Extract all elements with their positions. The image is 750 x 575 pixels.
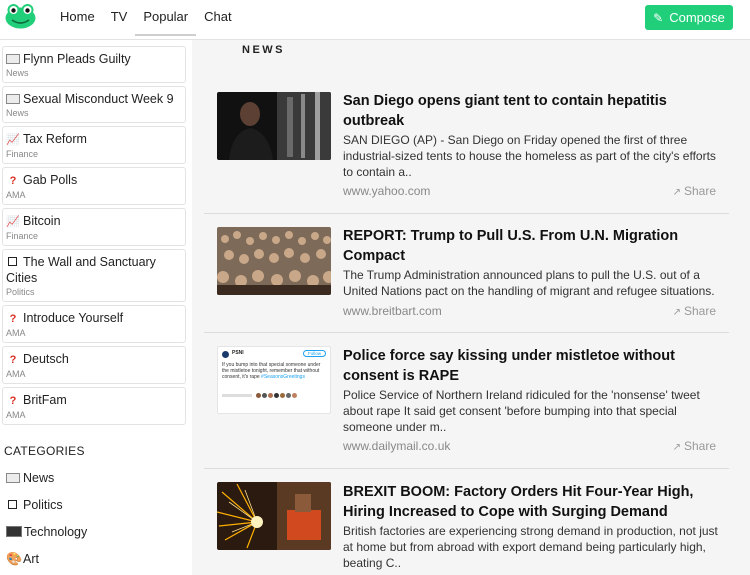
topic-category: News <box>6 108 29 118</box>
share-button[interactable]: ↗ Share <box>673 439 716 453</box>
topic-item[interactable]: ? BritFam AMA <box>2 387 186 425</box>
topic-category: News <box>6 68 29 78</box>
topic-item[interactable]: ? Deutsch AMA <box>2 346 186 384</box>
news-source-domain[interactable]: www.yahoo.com <box>343 184 430 198</box>
box-icon <box>8 257 17 266</box>
topic-title: The Wall and Sanctuary Cities <box>6 255 156 285</box>
topic-category: AMA <box>6 369 26 379</box>
trending-topics-list: Flynn Pleads Guilty News Sexual Miscondu… <box>2 46 186 428</box>
share-icon: ↗ <box>672 307 681 318</box>
main-nav: Home TV Popular Chat <box>52 0 240 40</box>
category-item-art[interactable]: 🎨Art <box>6 551 87 575</box>
category-item-news[interactable]: News <box>6 470 87 497</box>
palette-icon: 🎨 <box>6 551 23 566</box>
news-thumbnail[interactable]: PSNI Follow If you bump into that specia… <box>217 346 331 414</box>
question-icon: ? <box>9 313 17 325</box>
topic-title: Introduce Yourself <box>23 311 124 325</box>
news-description: Police Service of Northern Ireland ridic… <box>343 388 700 434</box>
tweet-follow-badge: Follow <box>302 350 326 357</box>
share-button[interactable]: ↗ Share <box>673 184 716 198</box>
nav-popular[interactable]: Popular <box>135 0 197 36</box>
topic-title: Deutsch <box>23 352 69 366</box>
topic-title: Sexual Misconduct Week 9 <box>23 92 174 106</box>
share-icon: ↗ <box>672 442 681 453</box>
categories-list: News Politics Technology 🎨Art <box>6 470 87 575</box>
news-source-domain[interactable]: www.breitbart.com <box>343 304 442 318</box>
question-icon: ? <box>9 395 17 407</box>
news-feed: San Diego opens giant tent to contain he… <box>204 77 729 575</box>
nav-tv[interactable]: TV <box>103 0 136 36</box>
topic-item[interactable]: The Wall and Sanctuary Cities Politics <box>2 249 186 302</box>
topic-item[interactable]: Sexual Misconduct Week 9 News <box>2 86 186 123</box>
tweet-handle: PSNI <box>232 350 244 356</box>
newspaper-icon <box>6 473 20 483</box>
topic-title: Tax Reform <box>23 132 87 146</box>
news-card: REPORT: Trump to Pull U.S. From U.N. Mig… <box>204 214 729 333</box>
nav-chat[interactable]: Chat <box>196 0 239 36</box>
category-item-technology[interactable]: Technology <box>6 524 87 551</box>
topic-category: Finance <box>6 149 39 159</box>
topic-category: AMA <box>6 328 26 338</box>
news-section-heading: NEWS <box>242 44 285 56</box>
question-icon: ? <box>9 175 17 187</box>
news-description: SAN DIEGO (AP) - San Diego on Friday ope… <box>343 133 716 179</box>
topic-title: Gab Polls <box>23 173 78 187</box>
news-description: The Trump Administration announced plans… <box>343 268 715 298</box>
topic-item[interactable]: Flynn Pleads Guilty News <box>2 46 186 83</box>
topic-category: Finance <box>6 231 39 241</box>
sidebar: Flynn Pleads Guilty News Sexual Miscondu… <box>0 40 192 575</box>
topic-item[interactable]: 📈 Bitcoin Finance <box>2 208 186 246</box>
box-icon <box>8 500 17 509</box>
nav-home[interactable]: Home <box>52 0 103 36</box>
news-thumbnail[interactable] <box>217 92 331 160</box>
avatar-row <box>256 393 297 398</box>
compose-label: Compose <box>669 10 725 25</box>
share-icon: ↗ <box>672 187 681 198</box>
compose-button[interactable]: ✎ Compose <box>645 5 733 30</box>
news-title[interactable]: BREXIT BOOM: Factory Orders Hit Four-Yea… <box>343 482 725 522</box>
newspaper-icon <box>6 54 20 64</box>
topic-item[interactable]: ? Introduce Yourself AMA <box>2 305 186 343</box>
news-card: San Diego opens giant tent to contain he… <box>204 77 729 214</box>
topic-item[interactable]: ? Gab Polls AMA <box>2 167 186 205</box>
news-title[interactable]: REPORT: Trump to Pull U.S. From U.N. Mig… <box>343 226 725 266</box>
news-thumbnail[interactable] <box>217 227 331 295</box>
news-description: British factories are experiencing stron… <box>343 524 718 570</box>
news-source-domain[interactable]: www.dailymail.co.uk <box>343 439 450 453</box>
topic-title: Flynn Pleads Guilty <box>23 52 131 66</box>
category-item-politics[interactable]: Politics <box>6 497 87 524</box>
gab-frog-logo-icon[interactable] <box>5 3 36 29</box>
topic-title: Bitcoin <box>23 214 61 228</box>
news-title[interactable]: San Diego opens giant tent to contain he… <box>343 91 725 131</box>
tweet-text: If you bump into that special someone un… <box>222 362 321 380</box>
avatar <box>222 351 229 358</box>
categories-heading: CATEGORIES <box>4 444 85 458</box>
top-navigation-bar: Home TV Popular Chat ✎ Compose <box>0 0 750 40</box>
share-button[interactable]: ↗ Share <box>673 304 716 318</box>
pencil-icon: ✎ <box>653 10 664 25</box>
chart-icon: 📈 <box>6 134 20 146</box>
newspaper-icon <box>6 94 20 104</box>
topic-category: AMA <box>6 410 26 420</box>
topic-item[interactable]: 📈 Tax Reform Finance <box>2 126 186 164</box>
topic-title: BritFam <box>23 393 67 407</box>
news-thumbnail[interactable] <box>217 482 331 550</box>
news-card: BREXIT BOOM: Factory Orders Hit Four-Yea… <box>204 469 729 575</box>
topic-category: AMA <box>6 190 26 200</box>
topic-category: Politics <box>6 287 35 297</box>
news-card: PSNI Follow If you bump into that specia… <box>204 333 729 469</box>
question-icon: ? <box>9 354 17 366</box>
chart-icon: 📈 <box>6 216 20 228</box>
computer-icon <box>6 526 22 537</box>
news-title[interactable]: Police force say kissing under mistletoe… <box>343 346 725 386</box>
